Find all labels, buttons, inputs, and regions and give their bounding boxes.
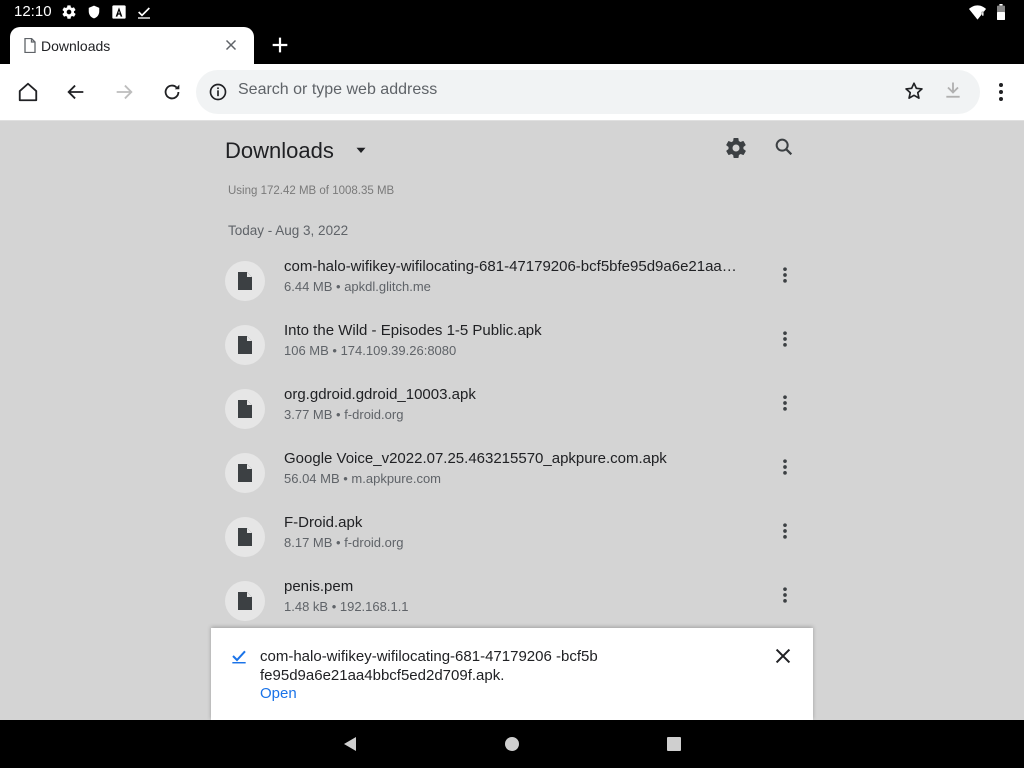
font-notification-icon	[110, 3, 128, 21]
new-tab-icon[interactable]	[269, 34, 291, 61]
file-icon	[225, 389, 265, 429]
download-item[interactable]: F-Droid.apk 8.17 MB • f-droid.org	[225, 511, 805, 571]
nav-recents-icon[interactable]	[664, 734, 684, 754]
download-item[interactable]: penis.pem 1.48 kB • 192.168.1.1	[225, 575, 805, 635]
more-vert-icon[interactable]	[773, 519, 797, 543]
file-icon	[225, 517, 265, 557]
filter-dropdown-icon[interactable]	[352, 141, 370, 164]
forward-icon[interactable]	[112, 80, 136, 104]
download-meta: 56.04 MB • m.apkpure.com	[284, 471, 442, 486]
more-options-icon[interactable]	[989, 80, 1013, 109]
download-meta: 8.17 MB • f-droid.org	[284, 535, 404, 550]
status-bar: 12:10	[0, 0, 1024, 24]
file-icon	[225, 581, 265, 621]
more-vert-icon[interactable]	[773, 263, 797, 287]
search-icon[interactable]	[773, 136, 795, 163]
download-meta: 3.77 MB • f-droid.org	[284, 407, 404, 422]
download-filename[interactable]: Google Voice_v2022.07.25.463215570_apkpu…	[284, 450, 739, 467]
download-meta: 6.44 MB • apkdl.glitch.me	[284, 279, 431, 294]
download-item[interactable]: Into the Wild - Episodes 1-5 Public.apk …	[225, 319, 805, 379]
download-item[interactable]: org.gdroid.gdroid_10003.apk 3.77 MB • f-…	[225, 383, 805, 443]
download-meta: 1.48 kB • 192.168.1.1	[284, 599, 409, 614]
info-icon[interactable]	[208, 82, 228, 107]
tab-title: Downloads	[41, 38, 111, 54]
back-icon[interactable]	[64, 80, 88, 104]
page-title[interactable]: Downloads	[225, 138, 334, 164]
check-notification-icon	[135, 3, 153, 21]
status-time: 12:10	[14, 3, 52, 20]
battery-icon	[992, 3, 1010, 21]
file-icon	[24, 37, 36, 58]
reload-icon[interactable]	[160, 80, 184, 104]
gear-icon[interactable]	[724, 136, 748, 165]
shield-notification-icon	[85, 3, 103, 21]
wifi-icon	[968, 3, 986, 21]
file-icon	[225, 453, 265, 493]
file-icon	[225, 261, 265, 301]
tab-strip: Downloads	[0, 24, 1024, 64]
snackbar-message: com-halo-wifikey-wifilocating-681-471792…	[260, 648, 598, 684]
nav-back-icon[interactable]	[340, 734, 360, 754]
home-icon[interactable]	[16, 80, 40, 104]
close-icon[interactable]	[772, 645, 794, 672]
download-page-icon[interactable]	[943, 80, 963, 105]
storage-usage: Using 172.42 MB of 1008.35 MB	[228, 185, 395, 197]
check-icon	[231, 648, 247, 669]
settings-notification-icon	[60, 3, 78, 21]
download-complete-snackbar: com-halo-wifikey-wifilocating-681-471792…	[211, 628, 813, 720]
download-filename[interactable]: com-halo-wifikey-wifilocating-681-471792…	[284, 258, 739, 275]
download-item[interactable]: com-halo-wifikey-wifilocating-681-471792…	[225, 255, 805, 315]
date-header: Today - Aug 3, 2022	[228, 223, 349, 238]
more-vert-icon[interactable]	[773, 583, 797, 607]
file-icon	[225, 325, 265, 365]
more-vert-icon[interactable]	[773, 327, 797, 351]
download-filename[interactable]: F-Droid.apk	[284, 514, 739, 531]
nav-home-icon[interactable]	[502, 734, 522, 754]
tab-downloads[interactable]: Downloads	[10, 27, 254, 64]
more-vert-icon[interactable]	[773, 455, 797, 479]
download-meta: 106 MB • 174.109.39.26:8080	[284, 343, 457, 358]
more-vert-icon[interactable]	[773, 391, 797, 415]
open-button[interactable]: Open	[260, 685, 297, 702]
address-input[interactable]	[238, 81, 858, 99]
download-filename[interactable]: org.gdroid.gdroid_10003.apk	[284, 386, 739, 403]
system-nav-bar	[0, 720, 1024, 768]
download-item[interactable]: Google Voice_v2022.07.25.463215570_apkpu…	[225, 447, 805, 507]
close-tab-icon[interactable]	[222, 36, 240, 59]
browser-toolbar	[0, 64, 1024, 121]
bookmark-star-icon[interactable]	[903, 80, 925, 107]
download-filename[interactable]: Into the Wild - Episodes 1-5 Public.apk	[284, 322, 739, 339]
omnibox[interactable]	[196, 70, 980, 114]
download-filename[interactable]: penis.pem	[284, 578, 739, 595]
